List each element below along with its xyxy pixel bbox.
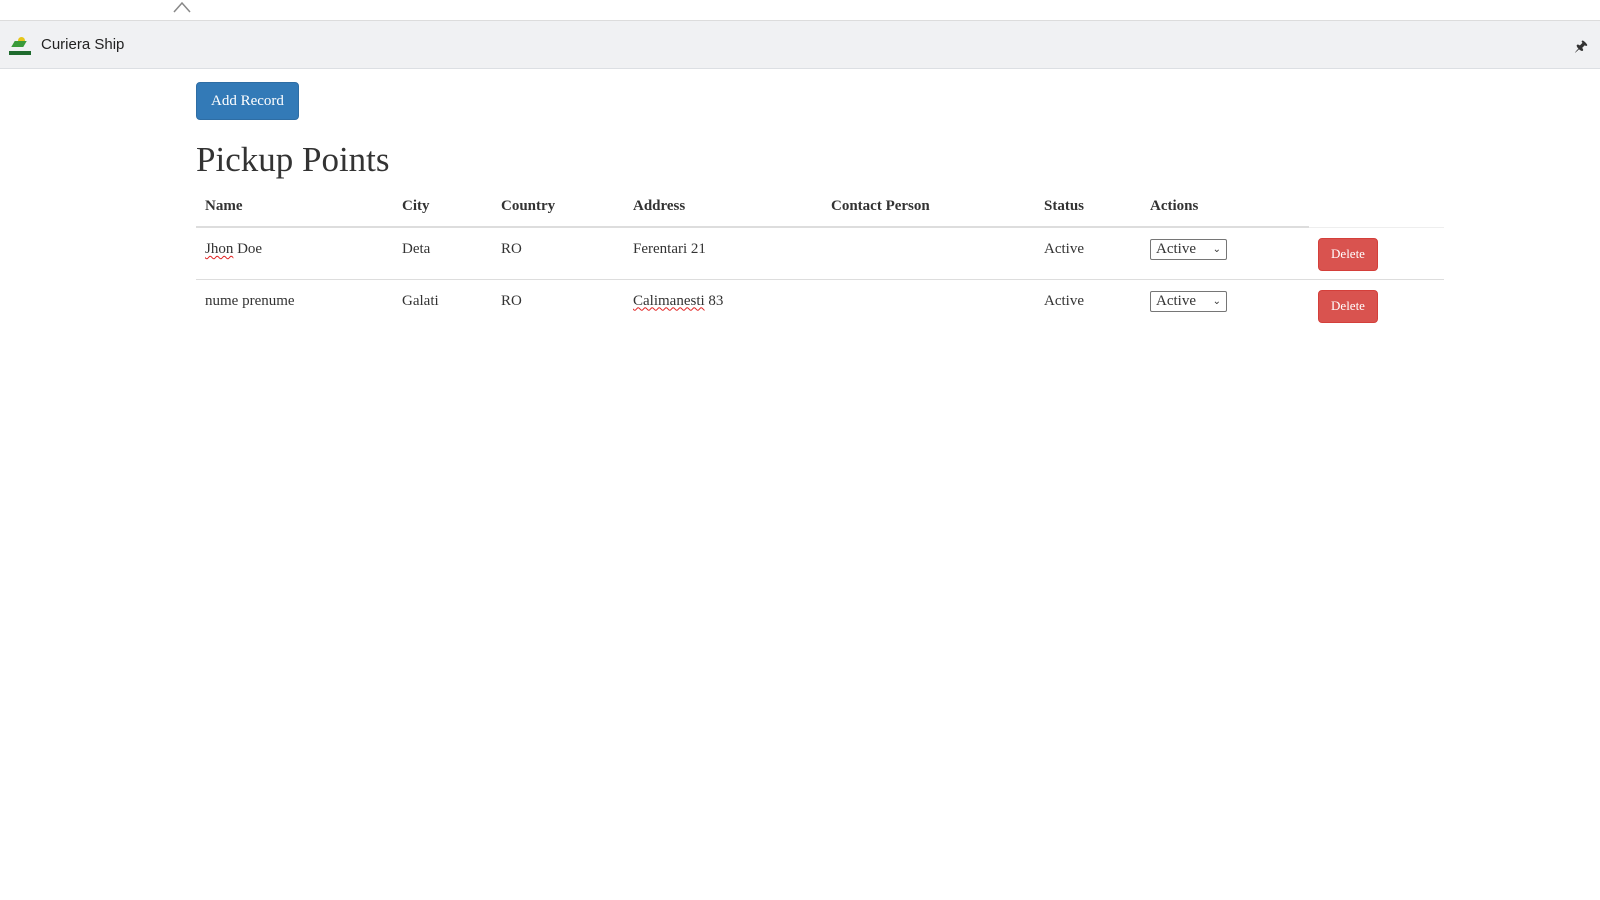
cell-city: Galati	[402, 292, 439, 309]
cell-country: RO	[492, 227, 624, 280]
cell-city: Deta	[393, 227, 492, 280]
column-header-country: Country	[492, 198, 624, 228]
cell-address: Calimanesti 83	[633, 292, 724, 309]
column-header-actions: Actions	[1141, 198, 1309, 228]
pickup-points-table: Name City Country Address Contact Person…	[196, 198, 1444, 331]
chevron-up-icon[interactable]	[172, 0, 192, 14]
cell-name: nume prenume	[205, 292, 295, 309]
cell-country: RO	[501, 292, 522, 309]
table-row: nume prenume Galati RO Calimanesti 83 Ac…	[196, 279, 1444, 331]
chevron-down-icon: ⌄	[1212, 295, 1221, 307]
status-select[interactable]: Active ⌄	[1150, 239, 1227, 260]
column-header-name: Name	[196, 198, 393, 228]
cell-status: Active	[1035, 227, 1141, 280]
cell-name: Jhon Doe	[196, 227, 393, 280]
top-strip	[0, 0, 1600, 21]
delete-button[interactable]: Delete	[1318, 237, 1378, 271]
column-header-status: Status	[1035, 198, 1141, 228]
column-header-address: Address	[624, 198, 822, 228]
app-bar: Curiera Ship 🖈	[0, 21, 1600, 69]
column-header-contact-person: Contact Person	[822, 198, 1035, 228]
table-row: Jhon Doe Deta RO Ferentari 21 Active Act…	[196, 227, 1444, 280]
column-header-city: City	[393, 198, 492, 228]
chevron-down-icon: ⌄	[1212, 244, 1221, 255]
pin-icon[interactable]: 🖈	[1574, 36, 1588, 61]
delete-button[interactable]: Delete	[1318, 289, 1378, 323]
cell-contact-person	[822, 227, 1035, 280]
status-select[interactable]: Active ⌄	[1150, 290, 1227, 312]
main-content: Add Record Pickup Points Name City Count…	[196, 82, 1444, 331]
add-record-button[interactable]: Add Record	[196, 82, 299, 120]
app-logo	[9, 35, 31, 55]
app-title: Curiera Ship	[41, 36, 125, 53]
cell-status: Active	[1044, 292, 1084, 309]
cell-contact-person	[822, 279, 1035, 331]
column-header-delete	[1309, 198, 1444, 228]
cell-address: Ferentari 21	[624, 227, 822, 280]
page-title: Pickup Points	[196, 140, 390, 179]
